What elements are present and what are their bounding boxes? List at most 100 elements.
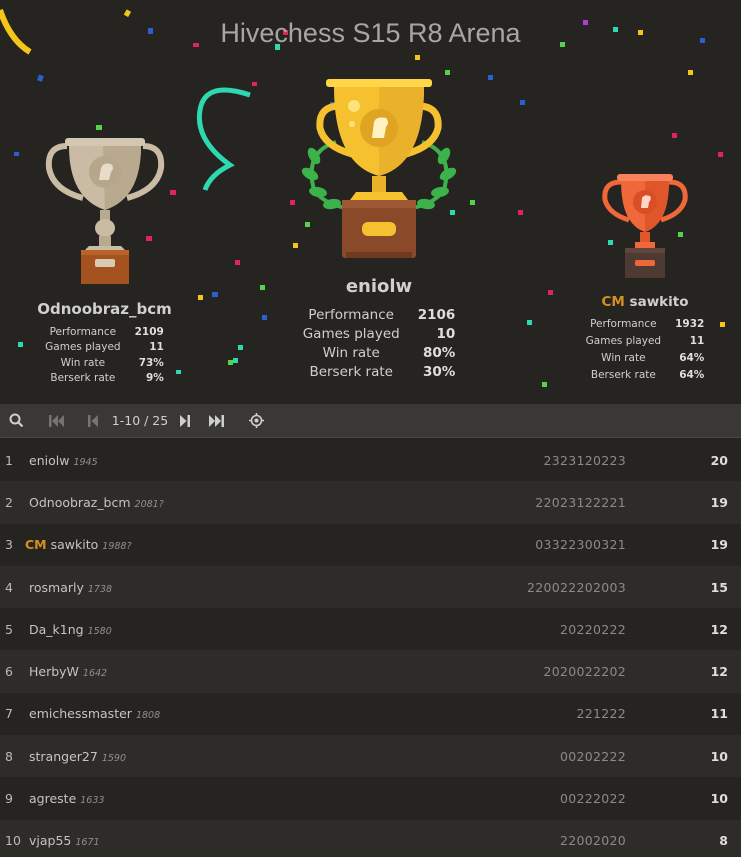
player-name[interactable]: stranger27 xyxy=(29,749,98,764)
next-page-icon xyxy=(179,414,190,427)
score-sheet: 220022202003 xyxy=(526,579,626,595)
score-sheet: 2323120223 xyxy=(543,452,626,468)
player-name[interactable]: vjap55 xyxy=(29,833,71,848)
table-row[interactable]: 9 agreste 1633 00222022 10 xyxy=(0,777,741,820)
podium-third: CM sawkito Performance 1932 Games played 1… xyxy=(582,168,708,383)
total-score: 11 xyxy=(710,706,728,722)
total-score: 19 xyxy=(710,537,728,553)
total-score: 12 xyxy=(710,621,728,637)
player-cell: rosmarly 1738 xyxy=(25,580,406,595)
player-rating: 1590 xyxy=(101,752,126,764)
pager-bar: 1-10 / 25 xyxy=(0,404,741,438)
score-sheet: 22002020 xyxy=(559,833,626,849)
first-page-button[interactable] xyxy=(32,404,82,438)
player-cell: Da_k1ng 1580 xyxy=(25,622,406,637)
stat-label: Games played xyxy=(302,325,400,342)
rank: 5 xyxy=(5,621,13,637)
total-score: 19 xyxy=(710,494,728,510)
total-score: 10 xyxy=(710,791,728,807)
player-cell: emichessmaster 1808 xyxy=(25,706,406,721)
stat-value: 64% xyxy=(679,368,705,381)
table-row[interactable]: 7 emichessmaster 1808 221222 11 xyxy=(0,692,741,736)
player-cell: agreste 1633 xyxy=(25,791,406,806)
next-page-button[interactable] xyxy=(176,404,192,438)
score-sheet: 00222022 xyxy=(559,791,626,807)
podium-second-stats: Performance 2109 Games played 11 Win rate 7… xyxy=(45,324,164,386)
stat-label: Berserk rate xyxy=(309,363,393,380)
player-name[interactable]: rosmarly xyxy=(29,580,84,595)
stat-label: Win rate xyxy=(601,351,646,364)
page-title: Hivechess S15 R8 Arena xyxy=(220,18,521,48)
gold-trophy-icon xyxy=(301,79,457,258)
page-range: 1-10 / 25 xyxy=(111,413,169,428)
player-rating: 1642 xyxy=(82,668,108,680)
podium-second-name[interactable]: Odnoobraz_bcm xyxy=(22,300,187,318)
total-score: 15 xyxy=(710,579,728,595)
player-cell: stranger27 1590 xyxy=(25,749,406,764)
first-page-icon xyxy=(49,414,64,427)
prev-page-button[interactable] xyxy=(82,404,104,438)
stat-label: Performance xyxy=(590,317,657,330)
table-row[interactable]: 10 vjap55 1671 22002020 8 xyxy=(0,819,741,857)
stat-label: Berserk rate xyxy=(50,372,116,385)
player-rating: 1738 xyxy=(87,583,113,595)
crosshair-icon xyxy=(248,413,264,428)
player-rating: 2081? xyxy=(134,498,164,510)
rank: 3 xyxy=(5,537,13,553)
stat-label: Performance xyxy=(308,306,394,323)
stat-label: Win rate xyxy=(322,344,380,361)
table-row[interactable]: 6 HerbyW 1642 2020022202 12 xyxy=(0,650,741,693)
table-row[interactable]: 5 Da_k1ng 1580 20220222 12 xyxy=(0,608,741,651)
player-name[interactable]: Odnoobraz_bcm xyxy=(29,495,131,510)
last-page-button[interactable] xyxy=(192,404,240,438)
stat-label: Games played xyxy=(585,334,662,347)
stat-value: 10 xyxy=(436,325,456,342)
player-name[interactable]: agreste xyxy=(29,791,76,806)
podium-second: Odnoobraz_bcm Performance 2109 Games play… xyxy=(22,128,187,386)
jump-to-me-button[interactable] xyxy=(240,404,272,438)
score-sheet: 2020022202 xyxy=(543,664,626,680)
bronze-trophy-icon xyxy=(602,174,688,278)
player-name: sawkito xyxy=(629,294,689,310)
table-row[interactable]: 8 stranger27 1590 00202222 10 xyxy=(0,735,741,778)
player-name[interactable]: HerbyW xyxy=(29,664,79,679)
podium-third-name[interactable]: CM sawkito xyxy=(582,294,708,310)
player-name[interactable]: eniolw xyxy=(29,453,69,468)
stat-value: 80% xyxy=(422,344,456,361)
rank: 4 xyxy=(5,579,13,595)
stat-label: Win rate xyxy=(60,356,106,369)
player-cell: eniolw 1945 xyxy=(25,453,406,468)
stat-value: 73% xyxy=(138,356,164,369)
stat-value: 11 xyxy=(689,334,705,347)
player-name[interactable]: sawkito xyxy=(51,537,99,552)
stat-label: Games played xyxy=(45,341,121,354)
stat-value: 1932 xyxy=(675,317,705,330)
podium-first-name[interactable]: eniolw xyxy=(296,276,462,297)
total-score: 10 xyxy=(710,748,728,764)
rank: 10 xyxy=(5,833,21,849)
player-cell: vjap55 1671 xyxy=(25,833,406,848)
score-sheet: 00202222 xyxy=(559,748,626,764)
stat-label: Berserk rate xyxy=(590,368,656,381)
search-icon xyxy=(9,413,23,428)
player-name[interactable]: emichessmaster xyxy=(29,706,132,721)
rank: 9 xyxy=(5,791,13,807)
stat-value: 2106 xyxy=(417,306,456,323)
total-score: 8 xyxy=(719,833,728,849)
player-rating: 1808 xyxy=(135,710,161,722)
player-title-badge: CM xyxy=(601,294,625,310)
prev-page-icon xyxy=(87,414,98,427)
stat-value: 64% xyxy=(679,351,705,364)
last-page-icon xyxy=(209,414,224,427)
table-row[interactable]: 1 eniolw 1945 2323120223 20 xyxy=(0,439,741,482)
score-sheet: 221222 xyxy=(576,706,626,722)
player-name[interactable]: Da_k1ng xyxy=(29,622,84,637)
score-sheet: 03322300321 xyxy=(535,537,626,553)
table-row[interactable]: 3 CM sawkito 1988? 03322300321 19 xyxy=(0,523,741,566)
player-title-badge: CM xyxy=(25,537,47,553)
stat-value: 2109 xyxy=(134,325,164,338)
table-row[interactable]: 2 Odnoobraz_bcm 2081? 22023122221 19 xyxy=(0,481,741,524)
rank: 1 xyxy=(5,452,13,468)
table-row[interactable]: 4 rosmarly 1738 220022202003 15 xyxy=(0,565,741,609)
search-button[interactable] xyxy=(0,404,32,438)
